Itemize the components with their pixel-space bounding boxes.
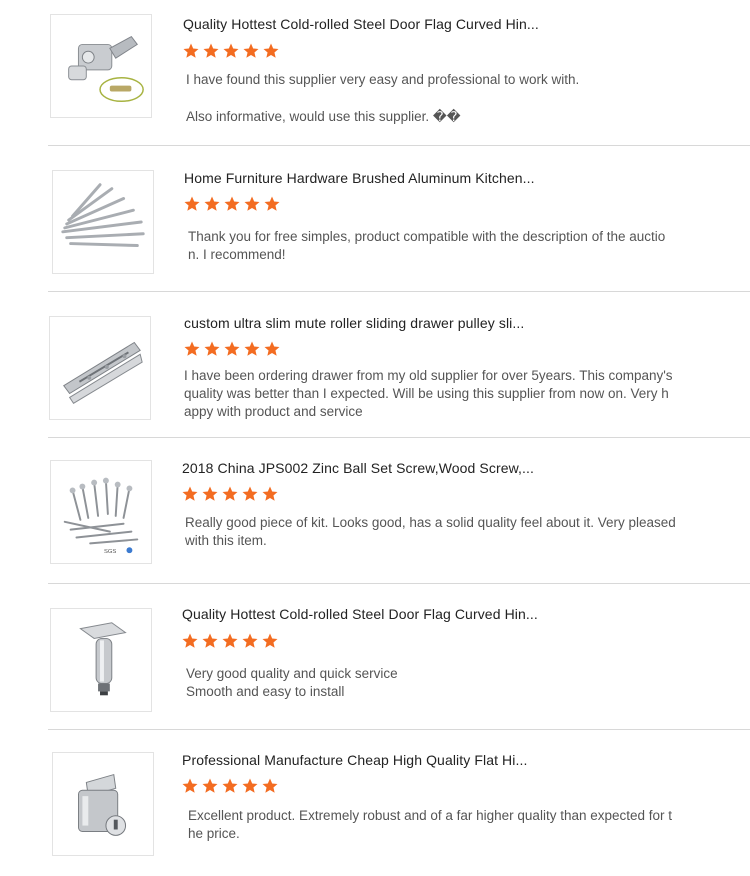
rating-stars xyxy=(183,195,281,213)
star-icon xyxy=(223,340,241,358)
star-icon xyxy=(223,195,241,213)
product-thumbnail-handles[interactable] xyxy=(52,170,154,274)
star-icon xyxy=(201,632,219,650)
star-icon xyxy=(181,777,199,795)
comment-line: Excellent product. Extremely robust and … xyxy=(188,808,673,823)
star-icon xyxy=(242,42,260,60)
star-icon xyxy=(182,42,200,60)
star-icon xyxy=(243,340,261,358)
star-icon xyxy=(183,340,201,358)
sgs-mark: SGS xyxy=(104,549,116,555)
star-icon xyxy=(263,340,281,358)
star-icon xyxy=(221,485,239,503)
divider xyxy=(48,583,750,584)
star-icon xyxy=(241,632,259,650)
star-icon xyxy=(183,195,201,213)
handle-bars-image xyxy=(61,183,145,247)
comment-line: I have found this supplier very easy and… xyxy=(186,72,580,87)
comment-line: appy with product and service xyxy=(184,404,363,419)
comment-line: Very good quality and quick service xyxy=(186,666,398,681)
star-icon xyxy=(262,42,280,60)
hinge-image xyxy=(68,35,144,103)
comment-line: Also informative, would use this supplie… xyxy=(186,109,461,124)
rating-stars xyxy=(182,42,280,60)
star-icon xyxy=(263,195,281,213)
star-icon xyxy=(222,42,240,60)
comment-line: he price. xyxy=(188,826,240,841)
product-thumbnail-drawer-lock[interactable] xyxy=(52,752,154,856)
star-icon xyxy=(261,632,279,650)
review-comment: Really good piece of kit. Looks good, ha… xyxy=(185,514,697,550)
product-thumbnail-drawer-slide[interactable] xyxy=(49,316,151,420)
rating-stars xyxy=(181,632,279,650)
divider xyxy=(48,145,750,146)
star-icon xyxy=(201,777,219,795)
star-icon xyxy=(203,195,221,213)
comment-line: Really good piece of kit. Looks good, ha… xyxy=(185,515,676,530)
review-comment: Thank you for free simples, product comp… xyxy=(188,228,700,264)
review-comment: Very good quality and quick service Smoo… xyxy=(186,665,698,701)
comment-line: I have been ordering drawer from my old … xyxy=(184,368,673,383)
divider xyxy=(48,291,750,292)
comment-line: n. I recommend! xyxy=(188,247,286,262)
furniture-leg-image xyxy=(79,622,127,696)
review-comment: I have been ordering drawer from my old … xyxy=(184,367,696,421)
product-title[interactable]: Quality Hottest Cold-rolled Steel Door F… xyxy=(183,16,539,32)
star-icon xyxy=(243,195,261,213)
rating-stars xyxy=(181,777,279,795)
product-thumbnail-hinge[interactable] xyxy=(50,14,152,118)
star-icon xyxy=(241,777,259,795)
review-comment: I have found this supplier very easy and… xyxy=(186,71,698,126)
divider xyxy=(48,437,750,438)
screws-image: SGS xyxy=(63,477,139,555)
comment-line: Smooth and easy to install xyxy=(186,684,345,699)
star-icon xyxy=(203,340,221,358)
product-title[interactable]: Professional Manufacture Cheap High Qual… xyxy=(182,752,527,768)
star-icon xyxy=(261,485,279,503)
product-title[interactable]: Home Furniture Hardware Brushed Aluminum… xyxy=(184,170,535,186)
star-icon xyxy=(181,485,199,503)
star-icon xyxy=(221,777,239,795)
review-comment: Excellent product. Extremely robust and … xyxy=(188,807,700,843)
drawer-lock-image xyxy=(78,773,127,836)
rating-stars xyxy=(183,340,281,358)
product-title[interactable]: custom ultra slim mute roller sliding dr… xyxy=(184,315,524,331)
drawer-slide-image xyxy=(63,341,143,404)
comment-line: with this item. xyxy=(185,533,267,548)
divider xyxy=(48,729,750,730)
comment-line: Thank you for free simples, product comp… xyxy=(188,229,666,244)
product-title[interactable]: Quality Hottest Cold-rolled Steel Door F… xyxy=(182,606,538,622)
comment-line xyxy=(186,89,698,108)
star-icon xyxy=(261,777,279,795)
star-icon xyxy=(221,632,239,650)
product-thumbnail-screws[interactable]: SGS xyxy=(50,460,152,564)
comment-line: quality was better than I expected. Will… xyxy=(184,386,669,401)
rating-stars xyxy=(181,485,279,503)
star-icon xyxy=(181,632,199,650)
star-icon xyxy=(201,485,219,503)
product-title[interactable]: 2018 China JPS002 Zinc Ball Set Screw,Wo… xyxy=(182,460,534,476)
star-icon xyxy=(241,485,259,503)
product-thumbnail-furniture-leg[interactable] xyxy=(50,608,152,712)
star-icon xyxy=(202,42,220,60)
